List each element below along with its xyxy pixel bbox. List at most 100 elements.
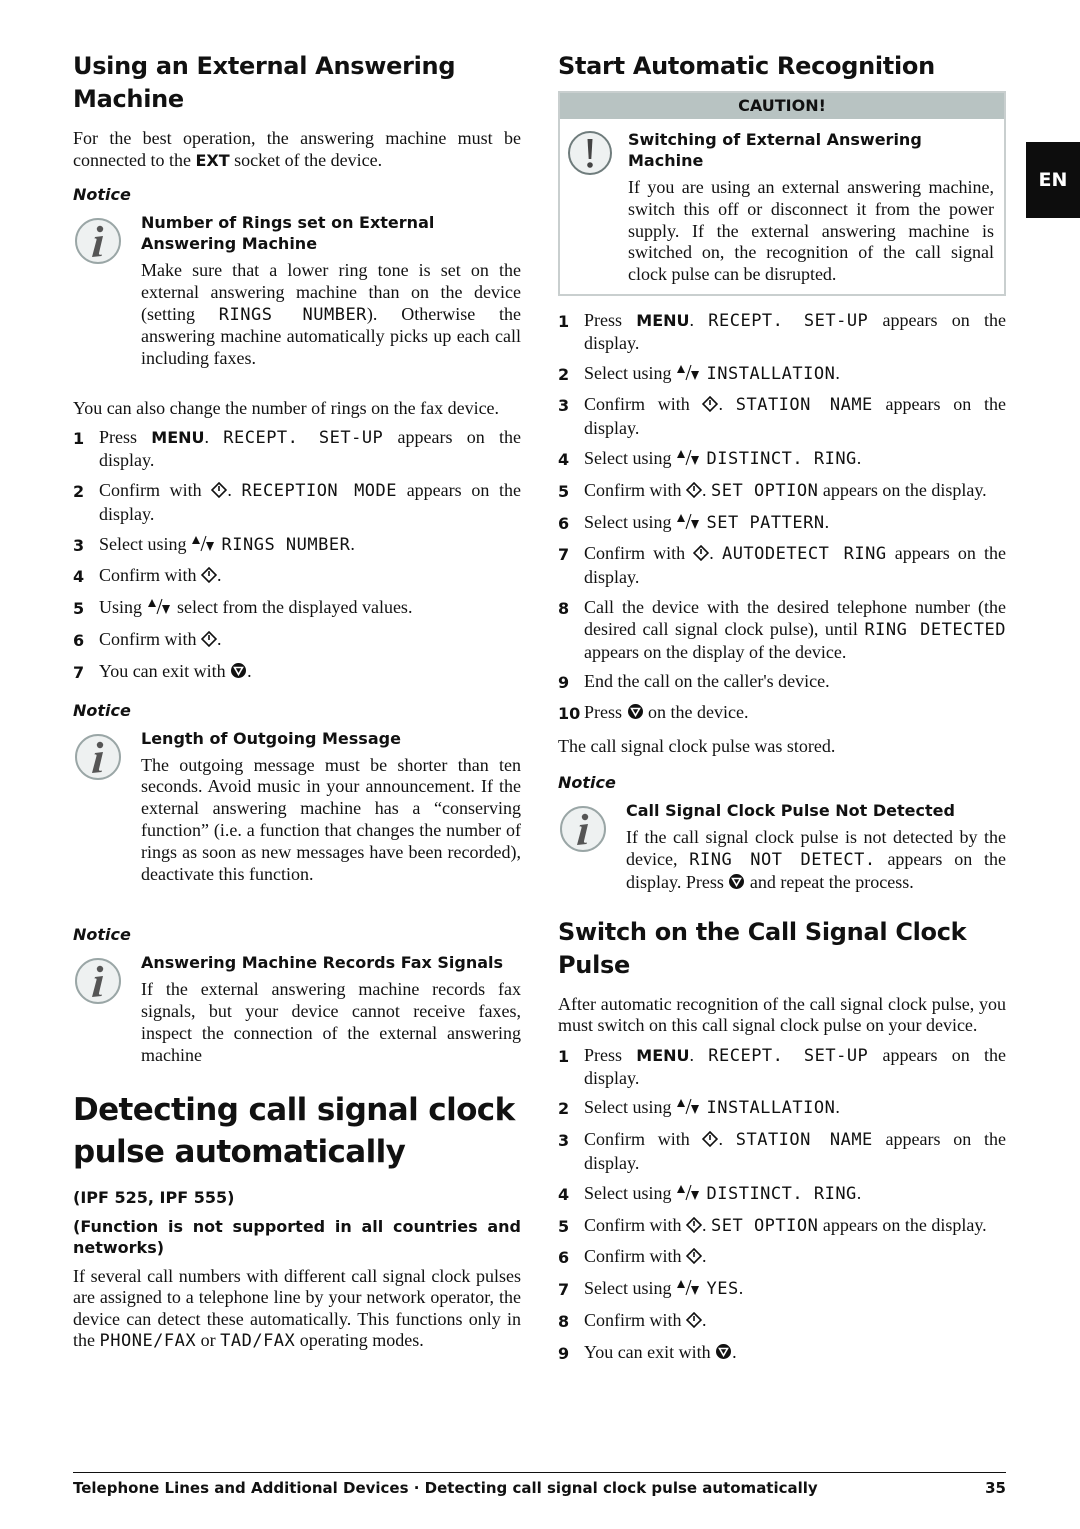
step-text: Press on the device. (584, 702, 1006, 726)
step-text: Confirm with . (99, 629, 521, 653)
step-item: 3 Select using RINGS NUMBER. (73, 534, 521, 558)
text: . (856, 1182, 862, 1203)
text: Confirm with (584, 1246, 686, 1267)
text: . (709, 543, 722, 564)
text: Using (99, 597, 147, 618)
text: Confirm with (99, 629, 201, 650)
up-down-arrows-icon (191, 535, 217, 558)
display-text: TAD/FAX (220, 1331, 296, 1352)
ok-diamond-icon (693, 545, 710, 567)
key-label: MENU (151, 428, 205, 448)
notice-title: Number of Rings set on External Answerin… (141, 213, 435, 253)
up-down-arrows-icon (676, 1184, 702, 1207)
step-number: 7 (558, 1280, 570, 1300)
step-number: 6 (73, 631, 85, 651)
step-item: 6 Select using SET PATTERN. (558, 512, 1006, 536)
step-item: 5 Using select from the displayed values. (73, 597, 521, 621)
step-item: 3 Confirm with . STATION NAME appears on … (558, 1129, 1006, 1175)
step-item: 3 Confirm with . STATION NAME appears on … (558, 394, 1006, 440)
step-number: 1 (558, 311, 570, 331)
step-number: 10 (558, 704, 581, 724)
step-item: 4 Select using DISTINCT. RING. (558, 448, 1006, 472)
display-text: RINGS NUMBER (218, 304, 367, 325)
step-item: 2 Select using INSTALLATION. (558, 1097, 1006, 1121)
step-number: 6 (558, 513, 570, 533)
step-item: 5 Confirm with . SET OPTION appears on th… (558, 1215, 1006, 1239)
step-text: Confirm with . (99, 565, 521, 589)
step-number: 2 (558, 1099, 570, 1119)
ok-diamond-icon (702, 396, 719, 418)
up-down-arrows-icon (676, 513, 702, 536)
step-text: Using select from the displayed values. (99, 597, 521, 621)
step-text: Confirm with . SET OPTION appears on the… (584, 480, 1006, 504)
step-number: 1 (558, 1046, 570, 1066)
text: . (702, 1214, 711, 1235)
display-text: STATION NAME (735, 395, 873, 416)
step-item: 8 Call the device with the desired teleph… (558, 597, 1006, 663)
text: . (689, 1044, 709, 1065)
display-text: SET PATTERN (706, 512, 825, 533)
step-text: Select using YES. (584, 1278, 1006, 1302)
step-item: 7 Select using YES. (558, 1278, 1006, 1302)
text: Confirm with (584, 394, 703, 415)
step-number: 9 (558, 673, 570, 693)
text: socket of the device. (229, 149, 383, 170)
display-text: RING DETECTED (864, 619, 1006, 640)
display-text: RING NOT DETECT. (689, 850, 876, 871)
step-item: 2 Select using INSTALLATION. (558, 363, 1006, 387)
text: Confirm with (99, 480, 212, 501)
step-item: 6 Confirm with . (558, 1246, 1006, 1270)
stop-icon (627, 703, 644, 726)
step-text: Confirm with . (584, 1246, 1006, 1270)
text: . (689, 309, 709, 330)
text: Press (584, 1044, 637, 1065)
step-number: 3 (558, 396, 570, 416)
text: select from the displayed values. (172, 597, 413, 618)
text: . (702, 1310, 707, 1330)
display-text: RECEPTION MODE (241, 481, 398, 502)
page-footer: Telephone Lines and Additional Devices ·… (73, 1472, 1006, 1497)
step-text: Press MENU. RECEPT. SET-UP appears on th… (584, 1045, 1006, 1090)
step-text: Select using DISTINCT. RING. (584, 1183, 1006, 1207)
paragraph: You can also change the number of rings … (73, 397, 500, 418)
text: . (835, 362, 840, 383)
key-label: MENU (636, 1045, 690, 1065)
caution-box: CAUTION! Switching of External Answering… (558, 91, 1006, 296)
section-title-external-answering-machine: Using an External Answering Machine (73, 52, 456, 113)
step-text: You can exit with . (584, 1342, 1006, 1366)
text: . (824, 511, 830, 532)
caution-text: If you are using an external answering m… (628, 177, 994, 285)
text: . (856, 447, 862, 468)
step-text: Call the device with the desired telepho… (584, 597, 1006, 663)
text: Press (99, 427, 152, 448)
support-note: (Function is not supported in all countr… (73, 1216, 521, 1257)
text: . (217, 629, 222, 650)
ok-diamond-icon (702, 1131, 719, 1153)
section-title-switch-on-pulse: Switch on the Call Signal Clock Pulse (558, 917, 967, 979)
step-number: 6 (558, 1248, 570, 1268)
ok-diamond-icon (200, 567, 218, 589)
text: . (718, 394, 736, 415)
step-text: Confirm with . (584, 1310, 1006, 1334)
left-column: Using an External Answering Machine For … (73, 50, 521, 1367)
step-number: 1 (73, 429, 85, 449)
display-text: INSTALLATION (706, 1098, 836, 1119)
section-title-start-recognition: Start Automatic Recognition (558, 52, 935, 80)
footer-breadcrumb: Telephone Lines and Additional Devices ·… (73, 1479, 818, 1497)
intro-paragraph: For the best operation, the answering ma… (73, 128, 521, 171)
display-text: SET OPTION (711, 1215, 819, 1236)
step-item: 10 Press on the device. (558, 702, 1006, 726)
text: Select using (584, 1278, 676, 1299)
step-text: Press MENU. RECEPT. SET-UP appears on th… (99, 427, 521, 472)
step-number: 2 (558, 364, 570, 384)
step-text: Confirm with . STATION NAME appears on t… (584, 1129, 1006, 1175)
text: . (702, 479, 711, 500)
step-item: 9 You can exit with . (558, 1342, 1006, 1366)
text: Select using (584, 511, 676, 532)
step-item: 9 End the call on the caller's device. (558, 671, 1006, 694)
text: Confirm with (584, 479, 686, 500)
step-text: Confirm with . RECEPTION MODE appears on… (99, 480, 521, 526)
notice-text: Make sure that a lower ring tone is set … (141, 260, 521, 370)
display-text: RECEPT. SET-UP (708, 310, 869, 331)
step-number: 4 (558, 449, 570, 469)
